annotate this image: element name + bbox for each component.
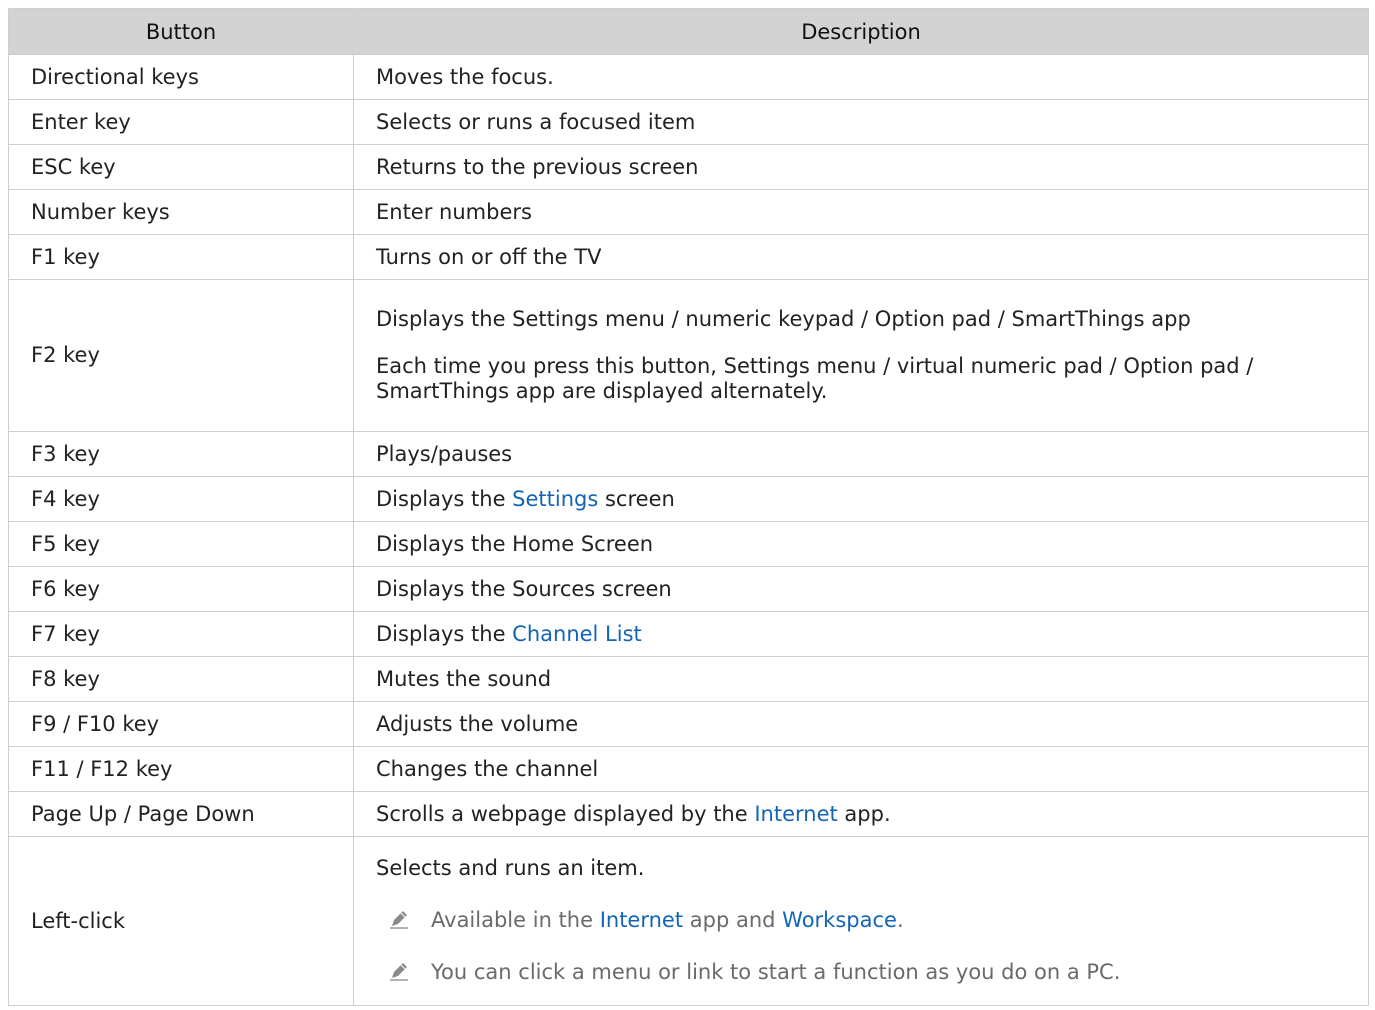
button-cell: Directional keys — [8, 54, 354, 100]
table-row: F5 key Displays the Home Screen — [8, 521, 1369, 567]
description-cell: Displays the Settings menu / numeric key… — [353, 279, 1369, 432]
description-cell: Adjusts the volume — [353, 701, 1369, 747]
button-cell: Left-click — [8, 836, 354, 1006]
description-cell: Changes the channel — [353, 746, 1369, 792]
description-cell: Returns to the previous screen — [353, 144, 1369, 190]
note: Available in the Internet app and Worksp… — [376, 908, 904, 933]
note-text: app and — [683, 908, 783, 932]
description-text: app. — [837, 801, 891, 826]
description-block: Selects and runs an item. Available in t… — [376, 837, 1368, 1005]
table-row: ESC key Returns to the previous screen — [8, 144, 1369, 190]
table-row: F4 key Displays the Settings screen — [8, 476, 1369, 522]
button-cell: Enter key — [8, 99, 354, 145]
description-line: Selects and runs an item. — [376, 856, 645, 880]
table-row: Enter key Selects or runs a focused item — [8, 99, 1369, 145]
button-cell: F4 key — [8, 476, 354, 522]
description-cell: Displays the Home Screen — [353, 521, 1369, 567]
description-cell: Selects and runs an item. Available in t… — [353, 836, 1369, 1006]
button-cell: F11 / F12 key — [8, 746, 354, 792]
internet-link[interactable]: Internet — [754, 802, 837, 826]
description-cell: Displays the Sources screen — [353, 566, 1369, 612]
note: You can click a menu or link to start a … — [376, 960, 1120, 985]
button-cell: Page Up / Page Down — [8, 791, 354, 837]
description-cell: Moves the focus. — [353, 54, 1369, 100]
button-cell: F8 key — [8, 656, 354, 702]
description-text: screen — [598, 486, 675, 511]
note-text: Available in the — [431, 908, 600, 932]
description-text: Displays the — [376, 486, 513, 511]
channel-list-link[interactable]: Channel List — [512, 622, 642, 646]
description-text: Scrolls a webpage displayed by the — [376, 801, 755, 826]
button-cell: F5 key — [8, 521, 354, 567]
description-cell: Displays the Settings screen — [353, 476, 1369, 522]
table-row: Left-click Selects and runs an item. Ava… — [8, 836, 1369, 1006]
note-text: . — [896, 908, 904, 932]
workspace-link[interactable]: Workspace — [782, 908, 897, 932]
description-cell: Displays the Channel List — [353, 611, 1369, 657]
description-cell: Enter numbers — [353, 189, 1369, 235]
table-row: F3 key Plays/pauses — [8, 431, 1369, 477]
table-header-row: Button Description — [8, 8, 1369, 55]
table-row: F9 / F10 key Adjusts the volume — [8, 701, 1369, 747]
button-cell: F1 key — [8, 234, 354, 280]
table-row: Directional keys Moves the focus. — [8, 54, 1369, 100]
button-cell: F7 key — [8, 611, 354, 657]
pencil-note-icon — [376, 960, 431, 985]
table-row: Page Up / Page Down Scrolls a webpage di… — [8, 791, 1369, 837]
description-cell: Plays/pauses — [353, 431, 1369, 477]
table-row: Number keys Enter numbers — [8, 189, 1369, 235]
header-button: Button — [8, 8, 354, 55]
internet-link[interactable]: Internet — [600, 908, 683, 932]
settings-link[interactable]: Settings — [512, 487, 598, 511]
description-cell: Scrolls a webpage displayed by the Inter… — [353, 791, 1369, 837]
button-cell: F9 / F10 key — [8, 701, 354, 747]
description-cell: Mutes the sound — [353, 656, 1369, 702]
table-row: F6 key Displays the Sources screen — [8, 566, 1369, 612]
description-line: Displays the Settings menu / numeric key… — [376, 307, 1191, 331]
description-line: Each time you press this button, Setting… — [376, 354, 1254, 403]
button-cell: F2 key — [8, 279, 354, 432]
description-cell: Turns on or off the TV — [353, 234, 1369, 280]
table-row: F11 / F12 key Changes the channel — [8, 746, 1369, 792]
description-cell: Selects or runs a focused item — [353, 99, 1369, 145]
table-row: F2 key Displays the Settings menu / nume… — [8, 279, 1369, 432]
button-cell: F3 key — [8, 431, 354, 477]
key-function-table: Button Description Directional keys Move… — [8, 8, 1369, 1006]
pencil-note-icon — [376, 908, 431, 933]
button-cell: F6 key — [8, 566, 354, 612]
description-text: Displays the — [376, 621, 513, 646]
table-row: F7 key Displays the Channel List — [8, 611, 1369, 657]
table-row: F1 key Turns on or off the TV — [8, 234, 1369, 280]
button-cell: ESC key — [8, 144, 354, 190]
table-row: F8 key Mutes the sound — [8, 656, 1369, 702]
note-text: You can click a menu or link to start a … — [431, 960, 1121, 984]
header-description: Description — [353, 8, 1369, 55]
button-cell: Number keys — [8, 189, 354, 235]
